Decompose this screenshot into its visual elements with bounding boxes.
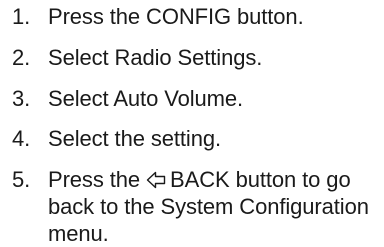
step-number: 1. [12,4,31,29]
step-number: 2. [12,45,31,70]
step-text: Select Radio Settings. [48,45,263,70]
step-number: 5. [12,167,31,192]
step-text: Press the BACK button to go back to the … [48,166,378,247]
step-text: Press the CONFIG button. [48,4,304,29]
step-number: 4. [12,126,31,151]
step-text: Select the setting. [48,126,221,151]
step-number: 3. [12,86,31,111]
back-arrow-icon [146,171,166,189]
step-text-before: Press the [48,167,141,192]
step-text: Select Auto Volume. [48,86,244,111]
